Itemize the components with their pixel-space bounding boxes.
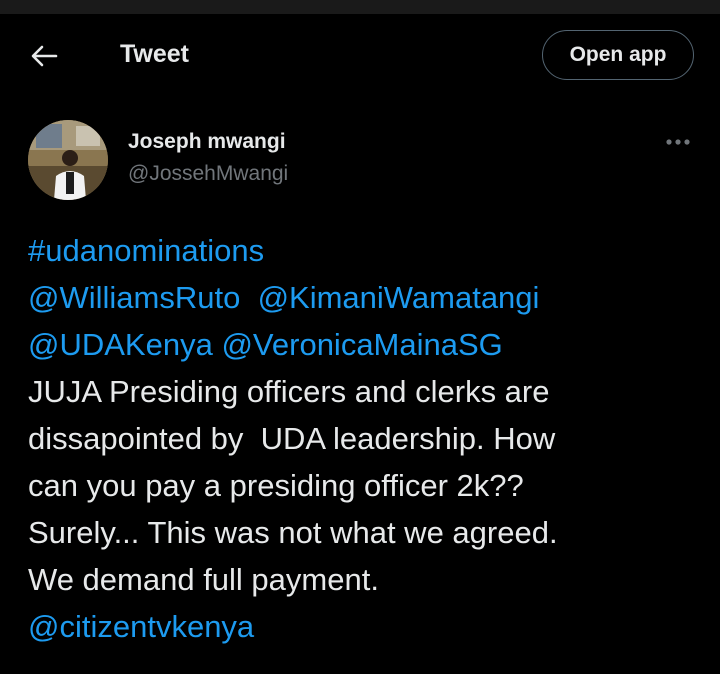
- tweet-text: #udanominations @WilliamsRuto @KimaniWam…: [28, 227, 708, 650]
- mention-link[interactable]: @VeronicaMainaSG: [221, 327, 502, 362]
- status-bar-strip: [0, 0, 720, 14]
- tweet-line: can you pay a presiding officer 2k??: [28, 468, 524, 503]
- more-horizontal-icon: [666, 139, 690, 145]
- tweet-line: We demand full payment.: [28, 562, 379, 597]
- author-name[interactable]: Joseph mwangi: [128, 130, 286, 154]
- mention-link[interactable]: @KimaniWamatangi: [258, 280, 540, 315]
- hashtag-link[interactable]: #udanominations: [28, 233, 264, 268]
- page-title: Tweet: [120, 40, 189, 68]
- back-button[interactable]: [24, 36, 64, 76]
- author-handle[interactable]: @JossehMwangi: [128, 162, 288, 186]
- top-bar: Tweet Open app: [0, 14, 720, 100]
- mention-link[interactable]: @WilliamsRuto: [28, 280, 240, 315]
- tweet-line: dissapointed by UDA leadership. How: [28, 421, 556, 456]
- avatar[interactable]: [28, 120, 108, 200]
- mention-link[interactable]: @citizentvkenya: [28, 609, 254, 644]
- mention-link[interactable]: @UDAKenya: [28, 327, 213, 362]
- avatar-photo: [28, 120, 108, 200]
- arrow-left-icon: [31, 45, 58, 67]
- tweet-line: JUJA Presiding officers and clerks are: [28, 374, 550, 409]
- tweet-line: Surely... This was not what we agreed.: [28, 515, 558, 550]
- open-app-button[interactable]: Open app: [542, 30, 694, 80]
- more-options-button[interactable]: [660, 128, 696, 156]
